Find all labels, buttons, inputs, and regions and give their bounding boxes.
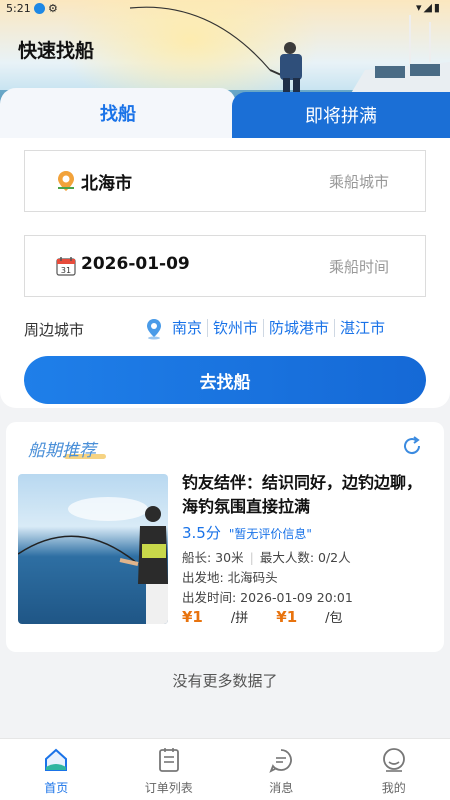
tab-almost-full[interactable]: 即将拼满: [232, 92, 450, 138]
message-icon: [269, 749, 293, 773]
nearby-city-item[interactable]: 钦州市: [207, 319, 263, 337]
divider: |: [249, 550, 254, 565]
nav-profile-label: 我的: [381, 781, 406, 795]
tab-find-boat[interactable]: 找船: [0, 88, 236, 138]
city-placeholder: 乘船城市: [328, 173, 389, 191]
search-panel: 北海市 乘船城市 31 2026-01-09 乘船时间 周边城市 南京 钦州市 …: [0, 136, 450, 408]
share-price: ¥1: [182, 608, 203, 626]
order-list-icon: [158, 748, 179, 772]
trip-prices: ¥1/拼 ¥1/包: [182, 607, 371, 626]
charter-price-unit: /包: [325, 611, 343, 626]
nearby-label: 周边城市: [24, 321, 85, 339]
signal-battery-icons: ▾◢▮: [415, 1, 442, 14]
map-pin-icon: [58, 171, 74, 191]
nav-home[interactable]: 首页: [0, 739, 113, 800]
find-boat-button[interactable]: 去找船: [24, 356, 426, 404]
trip-specs: 船长: 30米 | 最大人数: 0/2人: [182, 547, 351, 566]
notification-icon: [34, 3, 45, 14]
trip-departure: 出发地: 北海码头: [182, 570, 278, 585]
nav-profile[interactable]: 我的: [338, 739, 450, 800]
date-placeholder: 乘船时间: [328, 258, 389, 276]
svg-text:31: 31: [61, 266, 71, 275]
nearby-cities: 周边城市 南京 钦州市 防城港市 湛江市: [24, 317, 426, 341]
trip-time: 出发时间: 2026-01-09 20:01: [182, 590, 353, 605]
nearby-city-list: 南京 钦州市 防城港市 湛江市: [172, 319, 390, 337]
boat-length: 船长: 30米: [182, 550, 244, 565]
city-value: 北海市: [81, 174, 132, 194]
rating-note: "暂无评价信息": [228, 527, 312, 541]
trip-item[interactable]: 钓友结伴：结识同好，边钓边聊，海钓氛围直接拉满 3.5分 "暂无评价信息" 船长:…: [18, 473, 438, 634]
trip-rating: 3.5分 "暂无评价信息": [182, 522, 312, 543]
trip-name: 钓友结伴：结识同好，边钓边聊，海钓氛围直接拉满: [182, 473, 423, 516]
charter-price: ¥1: [276, 608, 298, 626]
boat-capacity: 最大人数: 0/2人: [259, 550, 351, 565]
nearby-city-item[interactable]: 湛江市: [334, 319, 390, 337]
trip-photo: [18, 474, 168, 624]
recommend-card: 船期推荐 钓友结伴：结识同好，边钓边聊，海钓氛围直接拉满 3.5分 "暂无评价信息…: [6, 422, 444, 652]
recommend-title: 船期推荐: [28, 441, 96, 461]
date-field[interactable]: 31 2026-01-09 乘船时间: [24, 235, 426, 297]
bottom-nav: 首页 订单列表 消息 我的: [0, 738, 450, 800]
date-value: 2026-01-09: [81, 254, 190, 274]
home-icon: [45, 748, 68, 771]
nav-messages[interactable]: 消息: [225, 739, 338, 800]
nearby-city-item[interactable]: 南京: [172, 319, 207, 337]
city-field[interactable]: 北海市 乘船城市: [24, 150, 426, 212]
status-bar: 5:21 ⚙ ▾◢▮: [0, 0, 450, 18]
nav-messages-label: 消息: [269, 781, 294, 795]
nav-home-label: 首页: [44, 781, 69, 795]
calendar-icon: 31: [56, 257, 76, 276]
nav-orders-label: 订单列表: [144, 781, 193, 795]
location-pin-icon: [147, 319, 161, 340]
nav-orders[interactable]: 订单列表: [113, 739, 226, 800]
nearby-city-item[interactable]: 防城港市: [263, 319, 334, 337]
fishing-photo-illustration: [18, 497, 168, 624]
status-time: 5:21: [6, 2, 31, 15]
share-price-unit: /拼: [230, 611, 249, 626]
page-title: 快速找船: [18, 40, 95, 62]
rating-score: 3.5分: [182, 524, 221, 542]
refresh-icon[interactable]: [400, 434, 424, 458]
no-more-data-text: 没有更多数据了: [172, 672, 278, 690]
settings-status-icon: ⚙: [48, 2, 58, 15]
profile-icon: [382, 748, 405, 772]
